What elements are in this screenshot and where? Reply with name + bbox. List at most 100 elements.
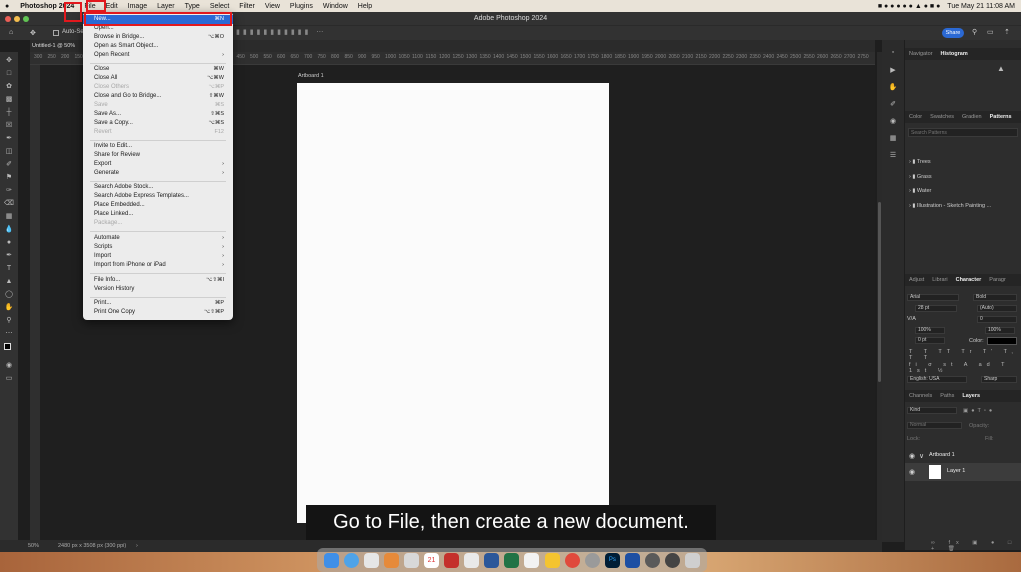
status-icons[interactable]: ■ ● ● ● ● ● ▲ ● ■ ●: [878, 3, 940, 10]
crop-tool-icon[interactable]: ┼: [4, 109, 14, 117]
pattern-group-grass[interactable]: › ▮ Grass: [909, 174, 932, 180]
stamp-tool-icon[interactable]: ⚑: [4, 174, 14, 182]
safari-icon[interactable]: [343, 552, 359, 568]
font-size-field[interactable]: 28 pt: [915, 305, 957, 312]
pattern-group-illustration[interactable]: › ▮ Illustration - Sketch Painting ...: [909, 203, 991, 209]
layer-filter-icons[interactable]: ▣●T▫●: [963, 408, 995, 414]
baseline-shift-field[interactable]: 0 pt: [915, 337, 945, 344]
artboard-canvas[interactable]: [297, 83, 609, 523]
pattern-group-trees[interactable]: › ▮ Trees: [909, 159, 931, 165]
finder-icon[interactable]: [323, 552, 339, 568]
menu-item-invite-to-edit[interactable]: Invite to Edit...: [83, 142, 233, 151]
hand-tool-icon[interactable]: ✋: [4, 304, 14, 312]
screen-mode-icon[interactable]: ▭: [4, 375, 14, 383]
lasso-tool-icon[interactable]: ✿: [4, 83, 14, 91]
wd-icon[interactable]: [624, 552, 640, 568]
move-tool-icon[interactable]: ✥: [30, 29, 36, 37]
tracking-field[interactable]: 0: [977, 316, 1017, 323]
word-icon[interactable]: [484, 552, 500, 568]
menu-item-version-history[interactable]: Version History: [83, 285, 233, 294]
tab-paths[interactable]: Paths: [936, 393, 958, 399]
align-icons[interactable]: ▮▮▮▮▮▮▮▮▮▮▮ ⋯: [236, 28, 326, 36]
menu-item-search-stock[interactable]: Search Adobe Stock...: [83, 183, 233, 192]
menu-item-import-iphone[interactable]: Import from iPhone or iPad ›: [83, 261, 233, 270]
menu-help[interactable]: Help: [353, 3, 377, 10]
hand-icon[interactable]: ✋: [888, 83, 898, 91]
layer-footer-icons[interactable]: ∞ fx ▣ ● □ + 🗑: [931, 540, 1021, 552]
eye-icon[interactable]: ◉: [909, 452, 915, 460]
tab-channels[interactable]: Channels: [905, 393, 936, 399]
menu-item-search-express-templates[interactable]: Search Adobe Express Templates...: [83, 192, 233, 201]
settings-icon[interactable]: [584, 552, 600, 568]
type-style-icons[interactable]: T T TT Tr T' T, T T: [909, 349, 1021, 361]
warning-icon[interactable]: ▲: [997, 64, 1005, 73]
tab-adjustments[interactable]: Adjust: [905, 277, 928, 283]
menu-item-open-recent[interactable]: Open Recent ›: [83, 51, 233, 60]
trash-icon[interactable]: [685, 552, 701, 568]
font-family-select[interactable]: Arial: [907, 294, 959, 301]
stickies-icon[interactable]: [544, 552, 560, 568]
eye-icon[interactable]: ◉: [909, 468, 915, 476]
more-tools-icon[interactable]: ⋯: [4, 330, 14, 338]
menu-item-import[interactable]: Import ›: [83, 252, 233, 261]
zoom-tool-icon[interactable]: ⚲: [4, 317, 14, 325]
opentype-icons[interactable]: fi σ st A ad T 1st ½: [909, 362, 1021, 374]
home-icon[interactable]: ⌂: [9, 29, 13, 36]
app-icon[interactable]: [403, 552, 419, 568]
tab-histogram[interactable]: Histogram: [937, 51, 972, 57]
foreground-color-swatch[interactable]: [4, 343, 11, 350]
tab-navigator[interactable]: Navigator: [905, 51, 937, 57]
pattern-search-input[interactable]: [908, 128, 1018, 137]
marquee-tool-icon[interactable]: □: [4, 70, 14, 78]
document-tab[interactable]: Untitled-1 @ 50%: [32, 43, 75, 49]
share-button[interactable]: Share: [942, 28, 964, 38]
zoom-window-button[interactable]: [23, 16, 29, 22]
menu-item-print[interactable]: Print... ⌘P: [83, 299, 233, 308]
menu-clock[interactable]: Tue May 21 11:08 AM: [947, 3, 1015, 10]
menu-image[interactable]: Image: [123, 3, 152, 10]
tab-character[interactable]: Character: [952, 277, 986, 283]
app-store-icon[interactable]: [665, 552, 681, 568]
blur-tool-icon[interactable]: 💧: [4, 226, 14, 234]
auto-select-checkbox[interactable]: [53, 30, 59, 36]
history-brush-icon[interactable]: ✑: [4, 187, 14, 195]
menu-layer[interactable]: Layer: [152, 3, 180, 10]
tab-libraries[interactable]: Librari: [928, 277, 951, 283]
menu-item-close-others[interactable]: Close Others ⌥⌘P: [83, 83, 233, 92]
workspace-icon[interactable]: ▭: [987, 28, 994, 36]
menu-view[interactable]: View: [260, 3, 285, 10]
menu-select[interactable]: Select: [205, 3, 234, 10]
move-tool-icon[interactable]: ✥: [4, 57, 14, 65]
dodge-tool-icon[interactable]: ●: [4, 239, 14, 247]
menu-item-file-info[interactable]: File Info... ⌥⇧⌘I: [83, 276, 233, 285]
gradient-tool-icon[interactable]: ▦: [4, 213, 14, 221]
menu-item-revert[interactable]: Revert F12: [83, 128, 233, 137]
menu-plugins[interactable]: Plugins: [285, 3, 318, 10]
text-color-swatch[interactable]: [987, 337, 1017, 345]
photoshop-icon[interactable]: Ps: [604, 552, 620, 568]
horizontal-scale-field[interactable]: 100%: [985, 327, 1015, 334]
zoom-level[interactable]: 50%: [28, 540, 39, 552]
menu-item-close-go-bridge[interactable]: Close and Go to Bridge... ⇧⌘W: [83, 92, 233, 101]
adjustments-icon[interactable]: ◉: [888, 117, 898, 125]
menu-item-place-linked[interactable]: Place Linked...: [83, 210, 233, 219]
document-info[interactable]: 2480 px x 3508 px (300 ppi): [58, 540, 126, 552]
layer-row[interactable]: ◉ Layer 1: [905, 463, 1021, 481]
apple-icon[interactable]: ●: [0, 3, 14, 10]
chevron-down-icon[interactable]: ∨: [919, 452, 924, 460]
menu-item-package[interactable]: Package...: [83, 219, 233, 228]
histogram-icon[interactable]: ▫: [888, 49, 898, 57]
vertical-scale-field[interactable]: 100%: [915, 327, 945, 334]
menu-item-place-embedded[interactable]: Place Embedded...: [83, 201, 233, 210]
menu-item-close-all[interactable]: Close All ⌥⌘W: [83, 74, 233, 83]
menu-item-save-as[interactable]: Save As... ⇧⌘S: [83, 110, 233, 119]
properties-icon[interactable]: ☰: [888, 151, 898, 159]
menu-item-save-copy[interactable]: Save a Copy... ⌥⌘S: [83, 119, 233, 128]
path-select-tool-icon[interactable]: ▲: [4, 278, 14, 286]
launchpad-icon[interactable]: [363, 552, 379, 568]
brush-settings-icon[interactable]: ✐: [888, 100, 898, 108]
eyedropper-tool-icon[interactable]: ✒: [4, 135, 14, 143]
menu-item-scripts[interactable]: Scripts ›: [83, 243, 233, 252]
layer-filter-select[interactable]: Kind: [907, 407, 957, 414]
shape-tool-icon[interactable]: ◯: [4, 291, 14, 299]
